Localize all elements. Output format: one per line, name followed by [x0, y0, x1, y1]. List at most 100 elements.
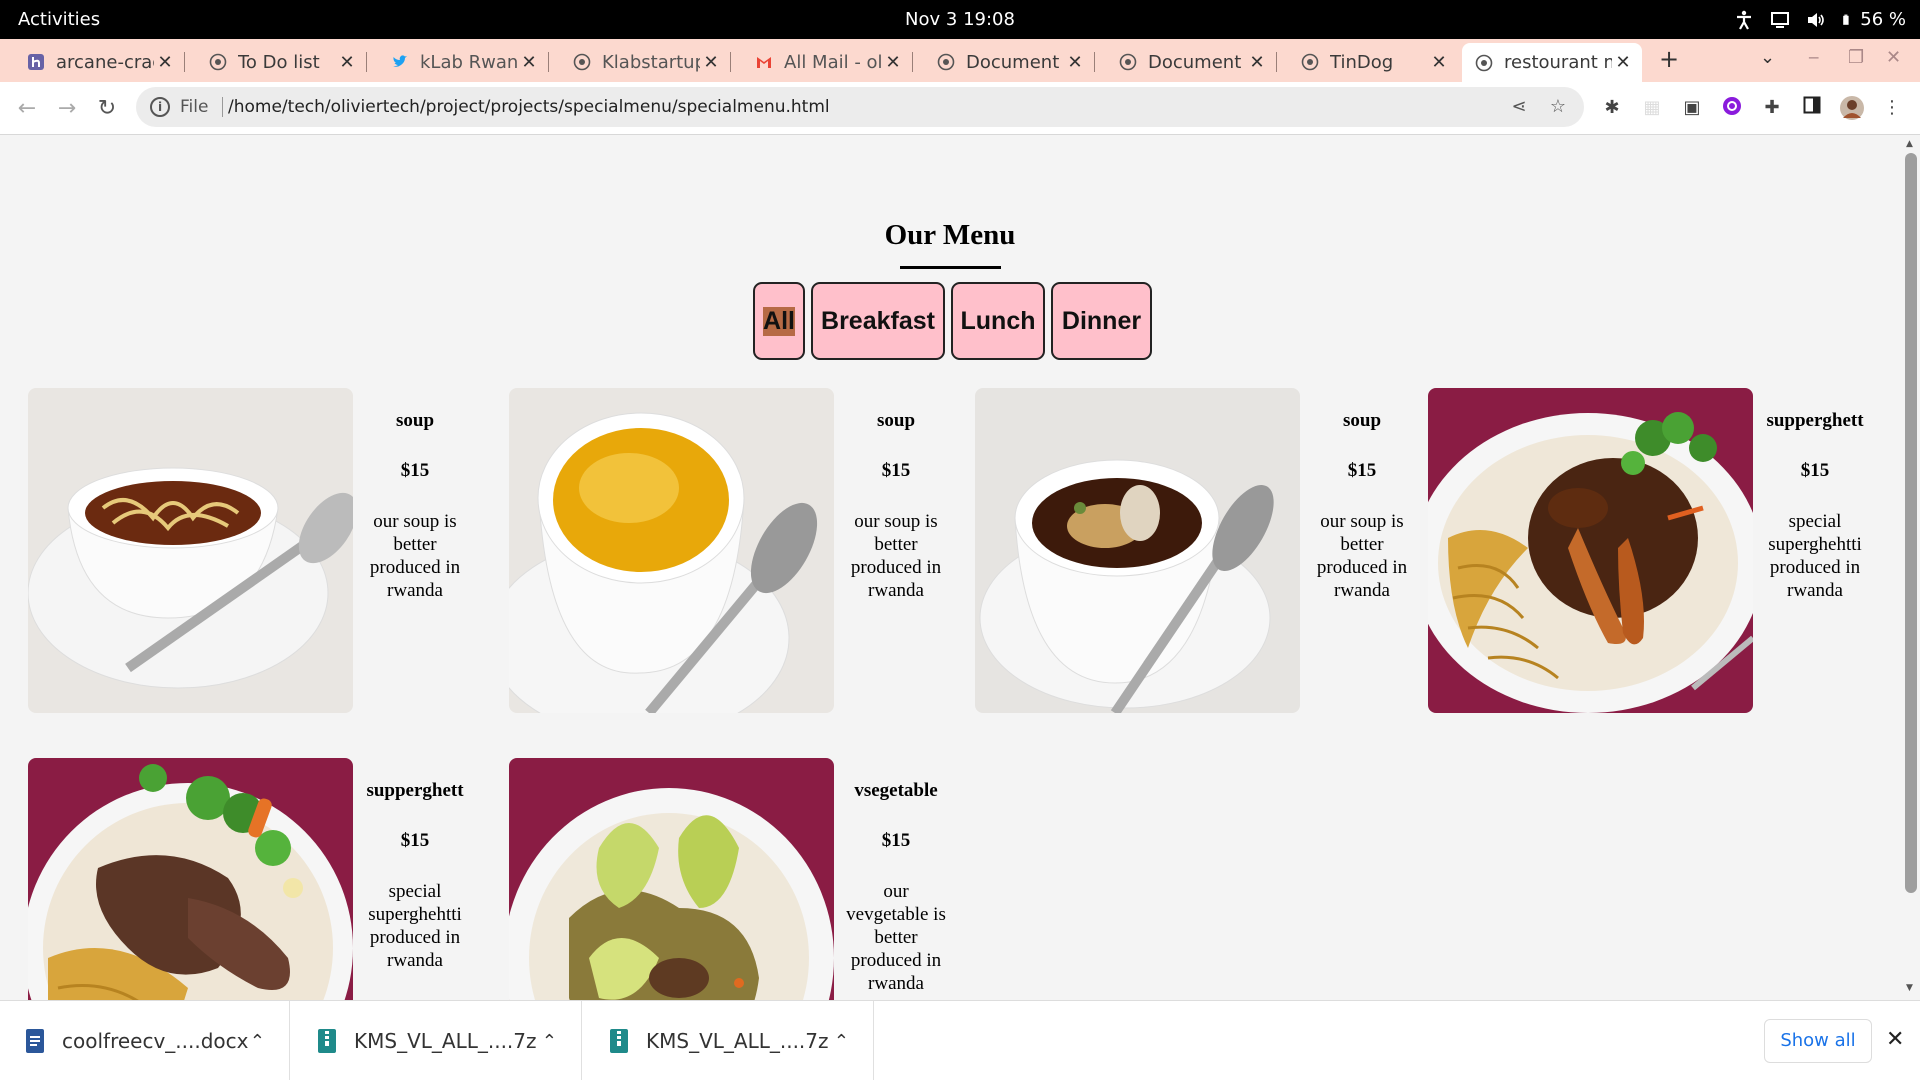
info-icon[interactable]: i: [150, 97, 170, 117]
tab-7[interactable]: Document ✕: [1106, 45, 1277, 79]
window-close-icon[interactable]: ✕: [1886, 47, 1901, 68]
filter-dinner-button[interactable]: Dinner: [1051, 282, 1152, 360]
tab-separator: [730, 52, 731, 72]
scroll-down-arrow-icon[interactable]: ▼: [1906, 983, 1913, 993]
forward-icon[interactable]: →: [52, 94, 82, 124]
tab-title: All Mail - oli: [784, 51, 882, 73]
tab-title: kLab Rwand: [420, 51, 518, 73]
globe-icon: [1300, 52, 1320, 72]
menu-item: supperghett $15 special superghehtti pro…: [28, 758, 498, 1000]
tab-5[interactable]: All Mail - oli ✕: [742, 45, 913, 79]
tab-title: TinDog: [1330, 51, 1394, 73]
battery-percent: 56 %: [1860, 9, 1906, 30]
close-downloads-icon[interactable]: ✕: [1886, 1027, 1904, 1052]
puzzle-icon[interactable]: ✚: [1760, 96, 1784, 120]
clock[interactable]: Nov 3 19:08: [0, 9, 1920, 30]
tab-separator: [912, 52, 913, 72]
screen-icon[interactable]: [1770, 10, 1790, 30]
close-icon[interactable]: ✕: [700, 52, 722, 73]
new-tab-button[interactable]: +: [1659, 45, 1679, 73]
item-description: our soup is better produced in rwanda: [850, 511, 942, 601]
tab-6[interactable]: Document ✕: [924, 45, 1095, 79]
filter-label: Breakfast: [821, 306, 935, 335]
tab-9-active[interactable]: restourant n ✕: [1462, 43, 1642, 82]
filter-breakfast-button[interactable]: Breakfast: [811, 282, 945, 360]
docx-file-icon: [26, 1029, 44, 1053]
close-icon[interactable]: ✕: [1428, 52, 1450, 73]
twitter-icon: [390, 52, 410, 72]
close-icon[interactable]: ✕: [518, 52, 540, 73]
close-icon[interactable]: ✕: [154, 52, 176, 73]
tab-3[interactable]: kLab Rwand ✕: [378, 45, 549, 79]
tab-8[interactable]: TinDog ✕: [1288, 45, 1458, 79]
scroll-up-arrow-icon[interactable]: ▲: [1906, 139, 1913, 149]
menu-item-info: supperghett $15 special superghehtti pro…: [353, 758, 477, 972]
close-icon[interactable]: ✕: [882, 52, 904, 73]
filter-all-button[interactable]: All: [753, 282, 805, 360]
tab-strip: arcane-crag ✕ To Do list ✕ kLab Rwand ✕ …: [0, 39, 1920, 82]
download-filename: coolfreecv_....docx: [62, 1029, 249, 1053]
reload-icon[interactable]: ↻: [92, 94, 122, 124]
kebab-menu-icon[interactable]: ⋮: [1880, 96, 1904, 120]
share-icon[interactable]: ⋖: [1508, 96, 1530, 118]
close-icon[interactable]: ✕: [1246, 52, 1268, 73]
bug-extension-icon[interactable]: ✱: [1600, 96, 1624, 120]
close-icon[interactable]: ✕: [1064, 52, 1086, 73]
item-description: our vevgetable is better produced in rwa…: [846, 881, 946, 994]
download-item[interactable]: coolfreecv_....docx ⌃: [0, 1001, 290, 1080]
show-all-downloads-button[interactable]: Show all: [1764, 1019, 1872, 1063]
back-icon[interactable]: ←: [12, 94, 42, 124]
menu-item-info: soup $15 our soup is better produced in …: [834, 388, 958, 602]
tab-4[interactable]: Klabstartup ✕: [560, 45, 731, 79]
bookmark-star-icon[interactable]: ☆: [1547, 96, 1569, 118]
tab-separator: [366, 52, 367, 72]
filter-label: Dinner: [1061, 306, 1142, 335]
archive-file-icon: [318, 1029, 336, 1053]
food-photo: [509, 388, 834, 713]
archive-file-icon: [610, 1029, 628, 1053]
tab-title: Klabstartup: [602, 51, 700, 73]
side-panel-icon[interactable]: [1800, 96, 1824, 120]
browser-toolbar: ← → ↻ i File ⋖ ☆ ✱ ▦ ▣ ✚ ⋮: [0, 82, 1920, 135]
close-icon[interactable]: ✕: [1612, 52, 1634, 73]
minimize-icon[interactable]: ‒: [1808, 47, 1819, 68]
chevron-up-icon[interactable]: ⌃: [542, 1031, 557, 1052]
tab-1[interactable]: arcane-crag ✕: [14, 45, 185, 79]
food-photo: [975, 388, 1300, 713]
menu-item: soup $15 our soup is better produced in …: [509, 388, 979, 713]
tab-2[interactable]: To Do list ✕: [196, 45, 367, 79]
tab-separator: [184, 52, 185, 72]
filter-lunch-button[interactable]: Lunch: [951, 282, 1045, 360]
filter-buttons: All Breakfast Lunch Dinner: [753, 282, 1152, 360]
system-tray[interactable]: 56 %: [1734, 9, 1906, 30]
battery-icon[interactable]: [1842, 10, 1854, 30]
image-extension-icon[interactable]: ▣: [1680, 96, 1704, 120]
extension-icon[interactable]: ▦: [1640, 96, 1664, 120]
item-description: our soup is better produced in rwanda: [1316, 511, 1408, 601]
scrollbar-thumb[interactable]: [1905, 153, 1917, 893]
url-scheme: File: [180, 97, 209, 117]
chevron-up-icon[interactable]: ⌃: [250, 1031, 265, 1052]
tab-search-icon[interactable]: ⌄: [1760, 47, 1775, 68]
page-scrollbar[interactable]: ▲ ▼: [1900, 135, 1920, 1000]
scheme-divider: [222, 97, 223, 117]
close-icon[interactable]: ✕: [336, 52, 358, 73]
download-item[interactable]: KMS_VL_ALL_....7z ⌃: [584, 1001, 874, 1080]
url-input[interactable]: [228, 87, 1468, 127]
food-photo: [28, 388, 353, 713]
maximize-icon[interactable]: ❐: [1848, 47, 1864, 68]
chevron-up-icon[interactable]: ⌃: [834, 1031, 849, 1052]
tab-separator: [1094, 52, 1095, 72]
item-name: soup: [395, 410, 435, 431]
tab-title: To Do list: [238, 51, 320, 73]
address-bar[interactable]: i File ⋖ ☆: [136, 87, 1584, 127]
food-photo: [509, 758, 834, 1000]
item-price: $15: [1347, 460, 1377, 481]
profile-avatar[interactable]: [1840, 96, 1864, 120]
purple-extension-icon[interactable]: [1720, 96, 1744, 120]
title-underline: [900, 266, 1001, 269]
accessibility-icon[interactable]: [1734, 10, 1754, 30]
volume-icon[interactable]: [1806, 10, 1826, 30]
download-item[interactable]: KMS_VL_ALL_....7z ⌃: [292, 1001, 582, 1080]
gmail-icon: [754, 52, 774, 72]
